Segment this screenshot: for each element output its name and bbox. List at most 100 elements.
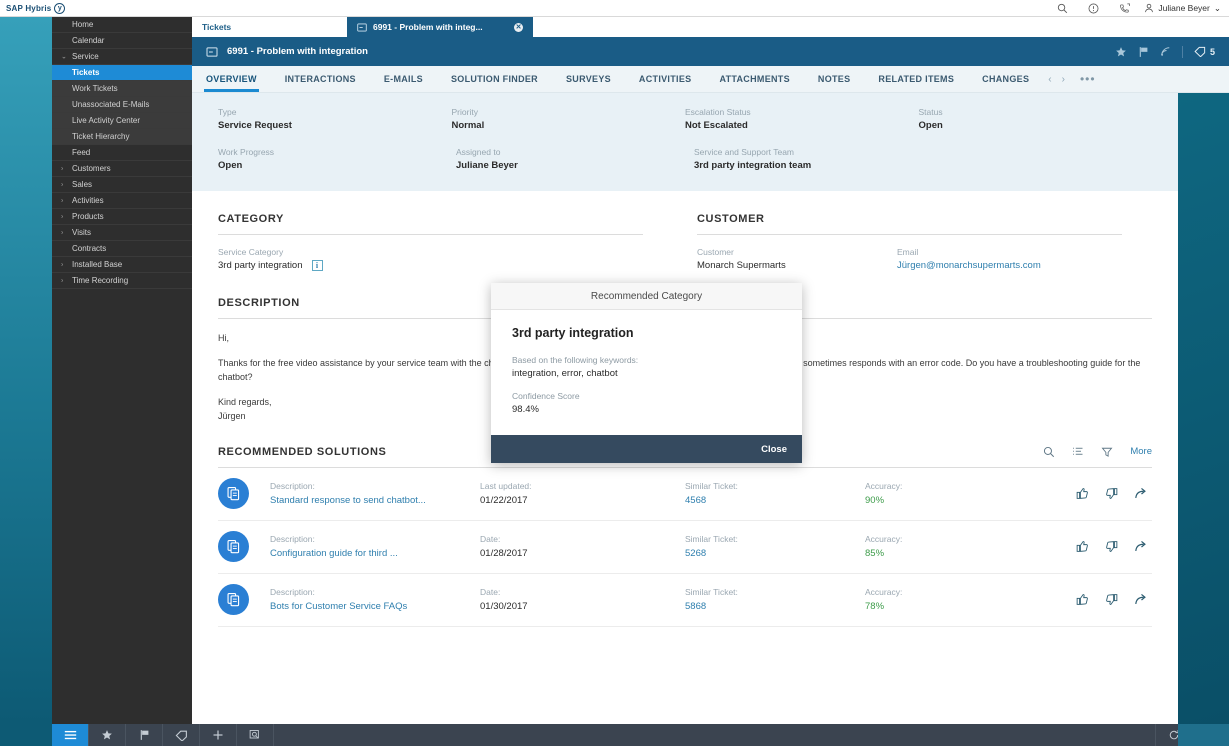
tag-count-badge[interactable]: 5 (1194, 46, 1215, 57)
tab-changes[interactable]: CHANGES (968, 66, 1043, 92)
solution-description-cell: Description: Configuration guide for thir… (270, 534, 480, 559)
similar-ticket-link[interactable]: 4568 (685, 495, 865, 506)
thumbs-up-icon[interactable] (1076, 540, 1089, 553)
solution-row[interactable]: Description: Configuration guide for thir… (218, 521, 1152, 574)
chevron-right-icon[interactable]: › (61, 213, 63, 220)
sidebar-item-label: Time Recording (72, 276, 129, 285)
tab-related-items[interactable]: RELATED ITEMS (864, 66, 968, 92)
field-value: 3rd party integration team (694, 160, 812, 171)
fact-escalation-status: Escalation Status Not Escalated (685, 107, 919, 131)
field-label: Status (918, 107, 943, 117)
sidebar-item-tickets[interactable]: Tickets (52, 65, 192, 81)
feed-icon[interactable] (1160, 46, 1171, 57)
tab-overview[interactable]: OVERVIEW (192, 66, 271, 92)
info-icon[interactable] (1078, 0, 1109, 17)
workspace-tab-ticket-6991[interactable]: 6991 - Problem with integ... ✕ (347, 17, 533, 37)
section-fields: Customer Monarch Supermarts Email Jürgen… (697, 247, 1122, 271)
field-value: Open (218, 160, 243, 171)
star-icon[interactable] (89, 724, 126, 746)
sidebar-item-customers[interactable]: › Customers (52, 161, 192, 177)
flag-icon[interactable] (1138, 46, 1149, 58)
forward-icon[interactable] (1134, 540, 1148, 553)
sidebar-item-live-activity-center[interactable]: Live Activity Center (52, 113, 192, 129)
search-icon[interactable] (1043, 446, 1055, 458)
sidebar-item-time-recording[interactable]: › Time Recording (52, 273, 192, 289)
field-label: Escalation Status (685, 107, 751, 117)
brand-logo[interactable]: SAP Hybris y (0, 2, 66, 14)
star-icon[interactable] (1115, 46, 1127, 58)
thumbs-up-icon[interactable] (1076, 593, 1089, 606)
tab-activities[interactable]: ACTIVITIES (625, 66, 706, 92)
sidebar-item-unassociated-e-mails[interactable]: Unassociated E-Mails (52, 97, 192, 113)
dialog-footer: Close (491, 435, 802, 463)
workspace-tab-strip: Tickets 6991 - Problem with integ... ✕ (192, 17, 1229, 37)
tab-notes[interactable]: NOTES (804, 66, 865, 92)
chevron-down-icon[interactable]: ⌄ (61, 53, 67, 60)
sidebar-item-calendar[interactable]: Calendar (52, 33, 192, 49)
search-doc-icon[interactable] (237, 724, 274, 746)
solution-row[interactable]: Description: Standard response to send ch… (218, 468, 1152, 521)
solution-description-link[interactable]: Standard response to send chatbot... (270, 495, 480, 506)
field-label: Similar Ticket: (685, 481, 738, 492)
similar-ticket-link[interactable]: 5868 (685, 601, 865, 612)
close-button[interactable]: Close (761, 444, 787, 455)
forward-icon[interactable] (1134, 487, 1148, 500)
tab-attachments[interactable]: ATTACHMENTS (705, 66, 803, 92)
sidebar-item-ticket-hierarchy[interactable]: Ticket Hierarchy (52, 129, 192, 145)
thumbs-down-icon[interactable] (1105, 487, 1118, 500)
chevron-right-icon[interactable]: › (61, 165, 63, 172)
flag-icon[interactable] (126, 724, 163, 746)
chevron-right-icon[interactable]: › (61, 261, 63, 268)
tab-solution-finder[interactable]: SOLUTION FINDER (437, 66, 552, 92)
sidebar-item-home[interactable]: Home (52, 17, 192, 33)
chevron-right-icon[interactable]: › (61, 197, 63, 204)
tab-e-mails[interactable]: E-MAILS (370, 66, 437, 92)
thumbs-down-icon[interactable] (1105, 593, 1118, 606)
close-icon[interactable]: ✕ (514, 22, 523, 32)
plus-icon[interactable] (200, 724, 237, 746)
callback-icon[interactable] (1109, 0, 1140, 17)
sidebar-item-contracts[interactable]: Contracts (52, 241, 192, 257)
workspace-tab-tickets[interactable]: Tickets (192, 17, 347, 37)
filter-icon[interactable] (1101, 446, 1113, 458)
dialog-heading: 3rd party integration (512, 326, 634, 340)
more-link[interactable]: More (1130, 446, 1152, 457)
similar-ticket-link[interactable]: 5268 (685, 548, 865, 559)
chevron-right-icon[interactable]: › (61, 181, 63, 188)
sidebar-item-products[interactable]: › Products (52, 209, 192, 225)
tab-overflow-icon[interactable]: ••• (1070, 66, 1106, 92)
chevron-right-icon[interactable]: › (61, 229, 63, 236)
forward-icon[interactable] (1134, 593, 1148, 606)
solution-row[interactable]: Description: Bots for Customer Service FA… (218, 574, 1152, 627)
field-value: Not Escalated (685, 120, 748, 131)
search-icon[interactable] (1047, 0, 1078, 17)
solution-description-link[interactable]: Bots for Customer Service FAQs (270, 601, 480, 612)
category-section: CATEGORY Service Category 3rd party inte… (218, 213, 643, 271)
user-menu[interactable]: Juliane Beyer ⌄ (1140, 0, 1229, 17)
chevron-left-icon[interactable]: ‹ (1043, 66, 1056, 92)
sidebar-item-installed-base[interactable]: › Installed Base (52, 257, 192, 273)
thumbs-down-icon[interactable] (1105, 540, 1118, 553)
sidebar-item-service[interactable]: ⌄ Service (52, 49, 192, 65)
chevron-right-icon[interactable]: › (1057, 66, 1070, 92)
dialog-body: 3rd party integration Based on the follo… (491, 310, 802, 415)
sidebar-item-sales[interactable]: › Sales (52, 177, 192, 193)
sidebar-item-activities[interactable]: › Activities (52, 193, 192, 209)
sidebar-item-label: Visits (72, 228, 91, 237)
confidence-value: 98.4% (512, 404, 539, 415)
sidebar-item-feed[interactable]: Feed (52, 145, 192, 161)
tab-surveys[interactable]: SURVEYS (552, 66, 625, 92)
tab-interactions[interactable]: INTERACTIONS (271, 66, 370, 92)
menu-icon[interactable] (52, 724, 89, 746)
info-icon[interactable]: i (311, 260, 323, 271)
thumbs-up-icon[interactable] (1076, 487, 1089, 500)
chevron-right-icon[interactable]: › (61, 277, 63, 284)
tag-icon[interactable] (163, 724, 200, 746)
sidebar-item-visits[interactable]: › Visits (52, 225, 192, 241)
category-customer-sections: CATEGORY Service Category 3rd party inte… (192, 191, 1178, 271)
sort-icon[interactable] (1072, 446, 1084, 458)
sidebar-item-work-tickets[interactable]: Work Tickets (52, 81, 192, 97)
email-value[interactable]: Jürgen@monarchsupermarts.com (897, 260, 1122, 271)
solution-description-link[interactable]: Configuration guide for third ... (270, 548, 480, 559)
solution-date-value: 01/28/2017 (480, 548, 528, 560)
